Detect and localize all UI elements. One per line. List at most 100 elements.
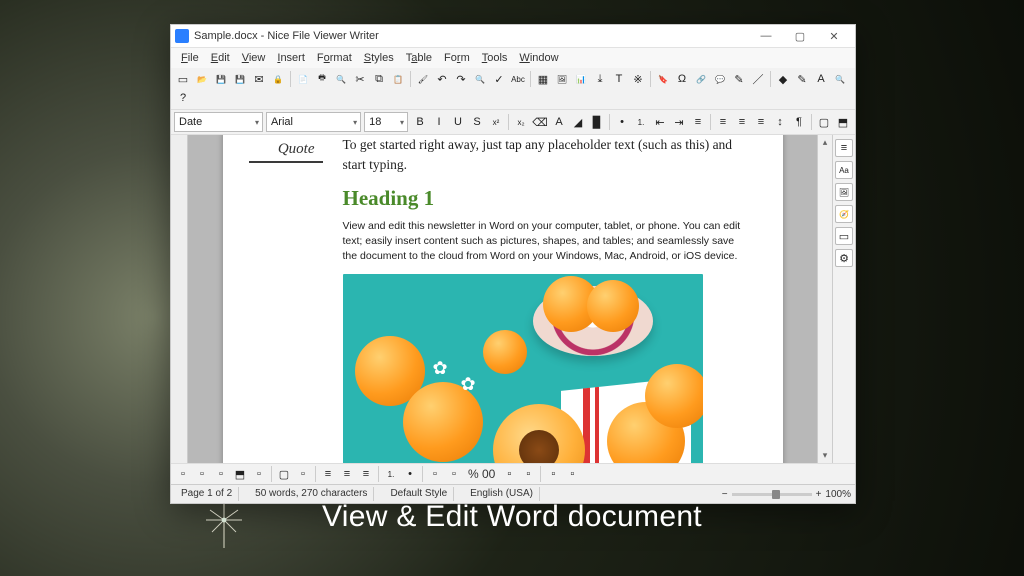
document-viewport[interactable]: Quote To get started right away, just ta… [188,135,817,463]
line-spacing-icon[interactable]: ↕ [771,113,789,131]
font-size-combo[interactable]: 18 [364,112,408,132]
merge-icon[interactable]: ⬒ [231,466,249,482]
abc-icon[interactable]: Abc [509,70,527,88]
intro-paragraph[interactable]: To get started right away, just tap any … [343,135,747,176]
mail-icon[interactable]: ✉ [250,70,268,88]
para-spacing-icon[interactable]: ¶ [790,113,808,131]
underline-icon[interactable]: U [449,113,467,131]
col-icon[interactable]: ▫ [212,466,230,482]
borders-icon[interactable]: ▢ [815,113,833,131]
omega-icon[interactable]: Ω [673,70,691,88]
save-as-icon[interactable]: 💾 [231,70,249,88]
clear-format-icon[interactable]: ⌫ [531,113,549,131]
bullets-icon[interactable]: • [401,466,419,482]
zoom-slider[interactable] [732,493,812,496]
hyperlink-icon[interactable]: 🔗 [692,70,710,88]
inspect-icon[interactable]: ⚙ [835,249,853,267]
zoom-out-button[interactable]: − [722,489,728,500]
insert-row-icon[interactable]: ▫ [500,466,518,482]
zoom-icon[interactable]: 🔍 [831,70,849,88]
trackchanges-icon[interactable]: ✎ [730,70,748,88]
bold-icon[interactable]: B [411,113,429,131]
find-icon[interactable]: 🔍 [471,70,489,88]
table-icon[interactable]: ▫ [174,466,192,482]
strike-icon[interactable]: S [468,113,486,131]
font-name-combo[interactable]: Arial [266,112,361,132]
align-justify-icon[interactable]: ≡ [752,113,770,131]
bullets-icon[interactable]: • [613,113,631,131]
bookmark-icon[interactable]: 🔖 [654,70,672,88]
numbering-icon[interactable]: 1. [632,113,650,131]
shapes-icon[interactable]: ◆ [774,70,792,88]
subscript-icon[interactable]: x₂ [512,113,530,131]
paste-icon[interactable]: 📋 [389,70,407,88]
print-preview-icon[interactable]: 🔍 [332,70,350,88]
menu-window[interactable]: Window [513,51,564,65]
italic-icon[interactable]: I [430,113,448,131]
close-button[interactable]: ✕ [817,25,851,47]
menu-form[interactable]: Form [438,51,476,65]
outdent-icon[interactable]: ⇤ [651,113,669,131]
status-style[interactable]: Default Style [384,487,454,501]
properties-icon[interactable]: ≡ [835,139,853,157]
indent-icon[interactable]: ⇥ [670,113,688,131]
gallery-icon[interactable]: 🖼 [835,183,853,201]
align-right-icon[interactable]: ≡ [357,466,375,482]
status-language[interactable]: English (USA) [464,487,540,501]
new-icon[interactable]: ▭ [174,70,192,88]
status-page[interactable]: Page 1 of 2 [175,487,239,501]
table-insert-icon[interactable]: ▦ [534,70,552,88]
fill-icon[interactable]: ▫ [294,466,312,482]
menu-format[interactable]: Format [311,51,358,65]
clone-format-icon[interactable]: 🖌 [414,70,432,88]
menu-file[interactable]: File [175,51,205,65]
menu-styles[interactable]: Styles [358,51,400,65]
background-icon[interactable]: ▉ [588,113,606,131]
paragraph-style-combo[interactable]: Date [174,112,263,132]
fx-icon[interactable]: ▫ [563,466,581,482]
comment-icon[interactable]: 💬 [711,70,729,88]
line-icon[interactable]: ／ [749,70,767,88]
align-left-icon[interactable]: ≡ [689,113,707,131]
pdf-icon[interactable]: 📄 [294,70,312,88]
spellcheck-icon[interactable]: ✓ [490,70,508,88]
align-right-icon[interactable]: ≡ [733,113,751,131]
help-icon[interactable]: ? [174,89,192,107]
navigator-icon[interactable]: 🧭 [835,205,853,223]
align-left-icon[interactable]: ≡ [319,466,337,482]
page-break-icon[interactable]: ⤓ [591,70,609,88]
styles-icon[interactable]: Aa [835,161,853,179]
align-center-icon[interactable]: ≡ [338,466,356,482]
borders-icon[interactable]: ▢ [275,466,293,482]
draw-icon[interactable]: ✎ [793,70,811,88]
scroll-down-icon[interactable]: ▾ [823,450,828,461]
fontwork-icon[interactable]: A [812,70,830,88]
row-icon[interactable]: ▫ [193,466,211,482]
cut-icon[interactable]: ✂ [351,70,369,88]
menu-view[interactable]: View [236,51,272,65]
zoom-level[interactable]: 100% [825,489,851,500]
sum-icon[interactable]: ▫ [544,466,562,482]
undo-icon[interactable]: ↶ [433,70,451,88]
print-icon[interactable]: 🖶 [313,70,331,88]
image-insert-icon[interactable]: 🖼 [553,70,571,88]
superscript-icon[interactable]: x² [487,113,505,131]
redo-icon[interactable]: ↷ [452,70,470,88]
highlight-icon[interactable]: ◢ [569,113,587,131]
copy-icon[interactable]: ⧉ [370,70,388,88]
heading-1[interactable]: Heading 1 [343,186,747,211]
menu-edit[interactable]: Edit [205,51,236,65]
footnote-icon[interactable]: ※ [629,70,647,88]
font-color-icon[interactable]: A [550,113,568,131]
save-icon[interactable]: 💾 [212,70,230,88]
menu-tools[interactable]: Tools [476,51,514,65]
maximize-button[interactable]: ▢ [783,25,817,47]
merge-icon[interactable]: ⬒ [834,113,852,131]
textbox-icon[interactable]: T [610,70,628,88]
menu-table[interactable]: Table [400,51,438,65]
sort-icon[interactable]: ▫ [426,466,444,482]
numbering-icon[interactable]: 1. [382,466,400,482]
align-center-icon[interactable]: ≡ [714,113,732,131]
autoformat-icon[interactable]: ▫ [445,466,463,482]
menu-insert[interactable]: Insert [271,51,311,65]
